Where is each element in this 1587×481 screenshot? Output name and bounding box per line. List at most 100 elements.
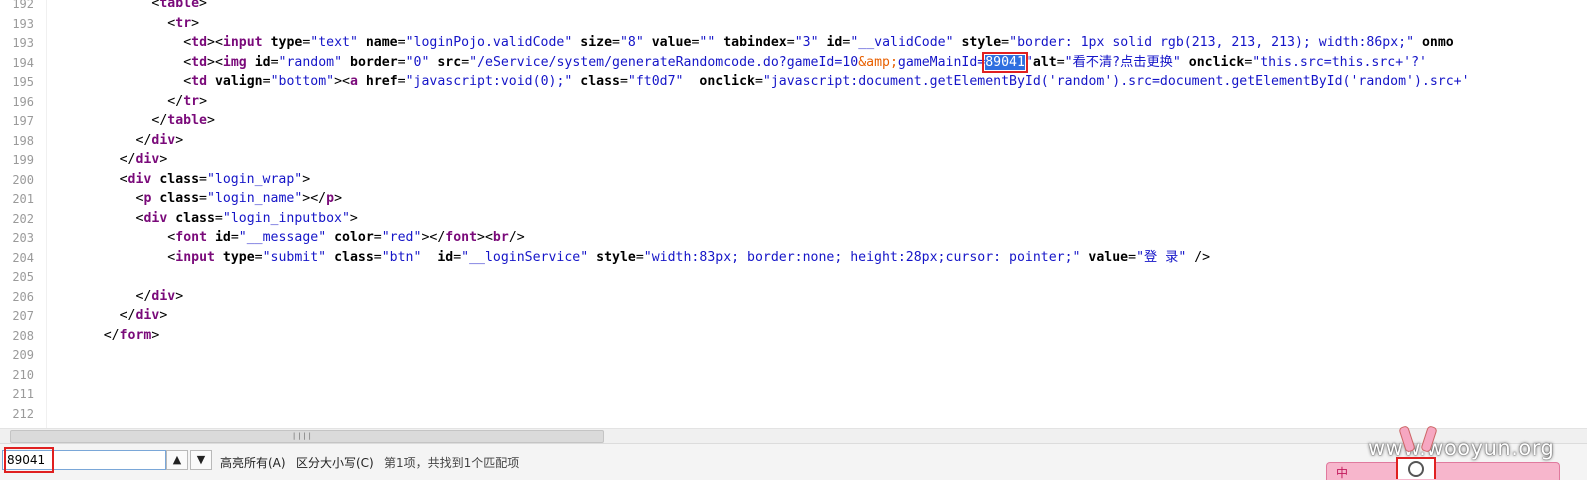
ime-mode-label[interactable]: 中 bbox=[1336, 464, 1348, 481]
code-token: = bbox=[397, 74, 406, 89]
line-number: 197 bbox=[12, 114, 34, 128]
find-next-button[interactable]: ▼ bbox=[190, 450, 212, 470]
code-token: id bbox=[421, 249, 454, 265]
code-editor[interactable]: 192 <table> 193 <tr> 193 <td><input type="tex… bbox=[0, 0, 1587, 428]
code-text: <td valign="bottom"><a href="javascript:… bbox=[183, 72, 1469, 92]
code-text: <p class="login_name"></p> bbox=[136, 189, 343, 209]
code-token: div bbox=[135, 152, 160, 167]
line-number: 195 bbox=[12, 75, 34, 89]
code-token: = bbox=[1056, 54, 1065, 70]
code-line: 196 </tr> bbox=[0, 92, 1587, 112]
line-number: 198 bbox=[12, 133, 34, 148]
highlight-all-option[interactable]: 高亮所有(A) bbox=[220, 454, 286, 471]
code-token: < bbox=[183, 35, 192, 50]
code-token: "login_inputbox" bbox=[222, 210, 350, 226]
code-token: font bbox=[445, 230, 478, 245]
code-token: " bbox=[1024, 54, 1033, 70]
line-number: 196 bbox=[12, 94, 34, 109]
code-text: <div class="login_wrap"> bbox=[120, 170, 311, 190]
code-text: </div> bbox=[120, 306, 168, 326]
code-token: "btn" bbox=[381, 249, 422, 265]
code-token: "login_wrap" bbox=[206, 171, 303, 187]
grip-icon: |||| bbox=[292, 432, 313, 440]
code-token: td bbox=[191, 54, 208, 70]
code-token: > bbox=[151, 327, 160, 343]
code-token: = bbox=[270, 54, 279, 70]
code-token: size bbox=[572, 35, 613, 50]
code-text: </tr> bbox=[167, 92, 207, 112]
code-text: <div class="login_inputbox"> bbox=[136, 209, 358, 229]
code-token: > bbox=[175, 288, 184, 304]
find-input[interactable] bbox=[2, 450, 166, 470]
mascot-face-icon bbox=[1408, 461, 1424, 477]
code-token: font bbox=[175, 230, 208, 245]
code-token: id bbox=[818, 35, 843, 50]
code-token: table bbox=[159, 0, 200, 11]
horizontal-scrollbar[interactable]: |||| bbox=[0, 428, 1587, 443]
code-token: alt bbox=[1032, 54, 1057, 70]
code-text: <font id="__message" color="red"></font>… bbox=[167, 228, 524, 248]
code-token: = bbox=[619, 74, 628, 89]
code-token: value bbox=[643, 35, 692, 50]
code-token: = bbox=[612, 35, 620, 50]
line-number: 192 bbox=[12, 0, 34, 11]
code-token: "8" bbox=[619, 35, 644, 50]
code-token: = bbox=[1001, 35, 1010, 50]
code-token: div bbox=[127, 171, 152, 187]
match-case-option[interactable]: 区分大小写(C) bbox=[296, 454, 374, 471]
code-token: = bbox=[214, 210, 223, 226]
code-token: "0" bbox=[405, 54, 430, 70]
code-token: img bbox=[222, 54, 247, 70]
code-line: 193 <tr> bbox=[0, 14, 1587, 34]
code-line: 212 bbox=[0, 404, 1587, 424]
code-token: = bbox=[262, 74, 271, 89]
code-token: td bbox=[191, 74, 208, 89]
code-token: "border: 1px solid rgb(213, 213, 213); w… bbox=[1009, 35, 1415, 50]
code-token: = bbox=[635, 249, 644, 265]
code-text: </div> bbox=[136, 287, 184, 307]
code-token: > bbox=[302, 171, 311, 187]
code-line: 207 </div> bbox=[0, 306, 1587, 326]
code-token: "__message" bbox=[238, 230, 327, 245]
code-token: = bbox=[786, 35, 795, 50]
code-token: = bbox=[254, 249, 263, 265]
code-token: "red" bbox=[381, 230, 422, 245]
code-token: = bbox=[373, 230, 382, 245]
code-line: 200 <div class="login_wrap"> bbox=[0, 170, 1587, 190]
code-token: "width:83px; border:none; height:28px;cu… bbox=[643, 249, 1081, 265]
code-token: </ bbox=[119, 152, 136, 167]
ime-toolbar[interactable] bbox=[1326, 462, 1560, 480]
code-line: 195 <td valign="bottom"><a href="javascri… bbox=[0, 72, 1587, 92]
code-line: 197 </table> bbox=[0, 111, 1587, 131]
code-text: </form> bbox=[104, 326, 160, 346]
code-token: input bbox=[175, 249, 215, 265]
code-token: "login_name" bbox=[207, 191, 303, 206]
code-line: 199 </div> bbox=[0, 150, 1587, 170]
code-text: <tr> bbox=[167, 14, 199, 34]
code-token: onmo bbox=[1414, 35, 1454, 50]
code-token: gameMainId= bbox=[897, 54, 986, 70]
code-token: </ bbox=[103, 327, 120, 343]
code-token: = bbox=[397, 54, 406, 70]
code-token: >< bbox=[334, 74, 350, 89]
code-line: 211 bbox=[0, 384, 1587, 404]
code-text: <input type="submit" class="btn" id="__l… bbox=[167, 248, 1210, 268]
code-token: "ft0d7" bbox=[627, 74, 684, 89]
code-token: </ bbox=[151, 113, 168, 128]
code-token: border bbox=[342, 54, 398, 70]
code-token: = bbox=[461, 54, 470, 70]
code-token: div bbox=[143, 210, 168, 226]
find-previous-button[interactable]: ▲ bbox=[166, 450, 188, 470]
line-number: 210 bbox=[12, 367, 34, 382]
line-number: 193 bbox=[12, 36, 34, 50]
code-token: = bbox=[199, 191, 207, 206]
code-token: "" bbox=[699, 35, 716, 50]
code-token: < bbox=[119, 171, 128, 187]
code-token: onclick bbox=[1180, 54, 1245, 70]
code-token: "text" bbox=[310, 35, 358, 50]
code-token: color bbox=[326, 230, 374, 245]
code-token: = bbox=[230, 230, 239, 245]
code-token: table bbox=[167, 113, 207, 128]
code-token: "/eService/system/generateRandomcode.do?… bbox=[469, 54, 859, 70]
code-token: = bbox=[397, 35, 406, 50]
